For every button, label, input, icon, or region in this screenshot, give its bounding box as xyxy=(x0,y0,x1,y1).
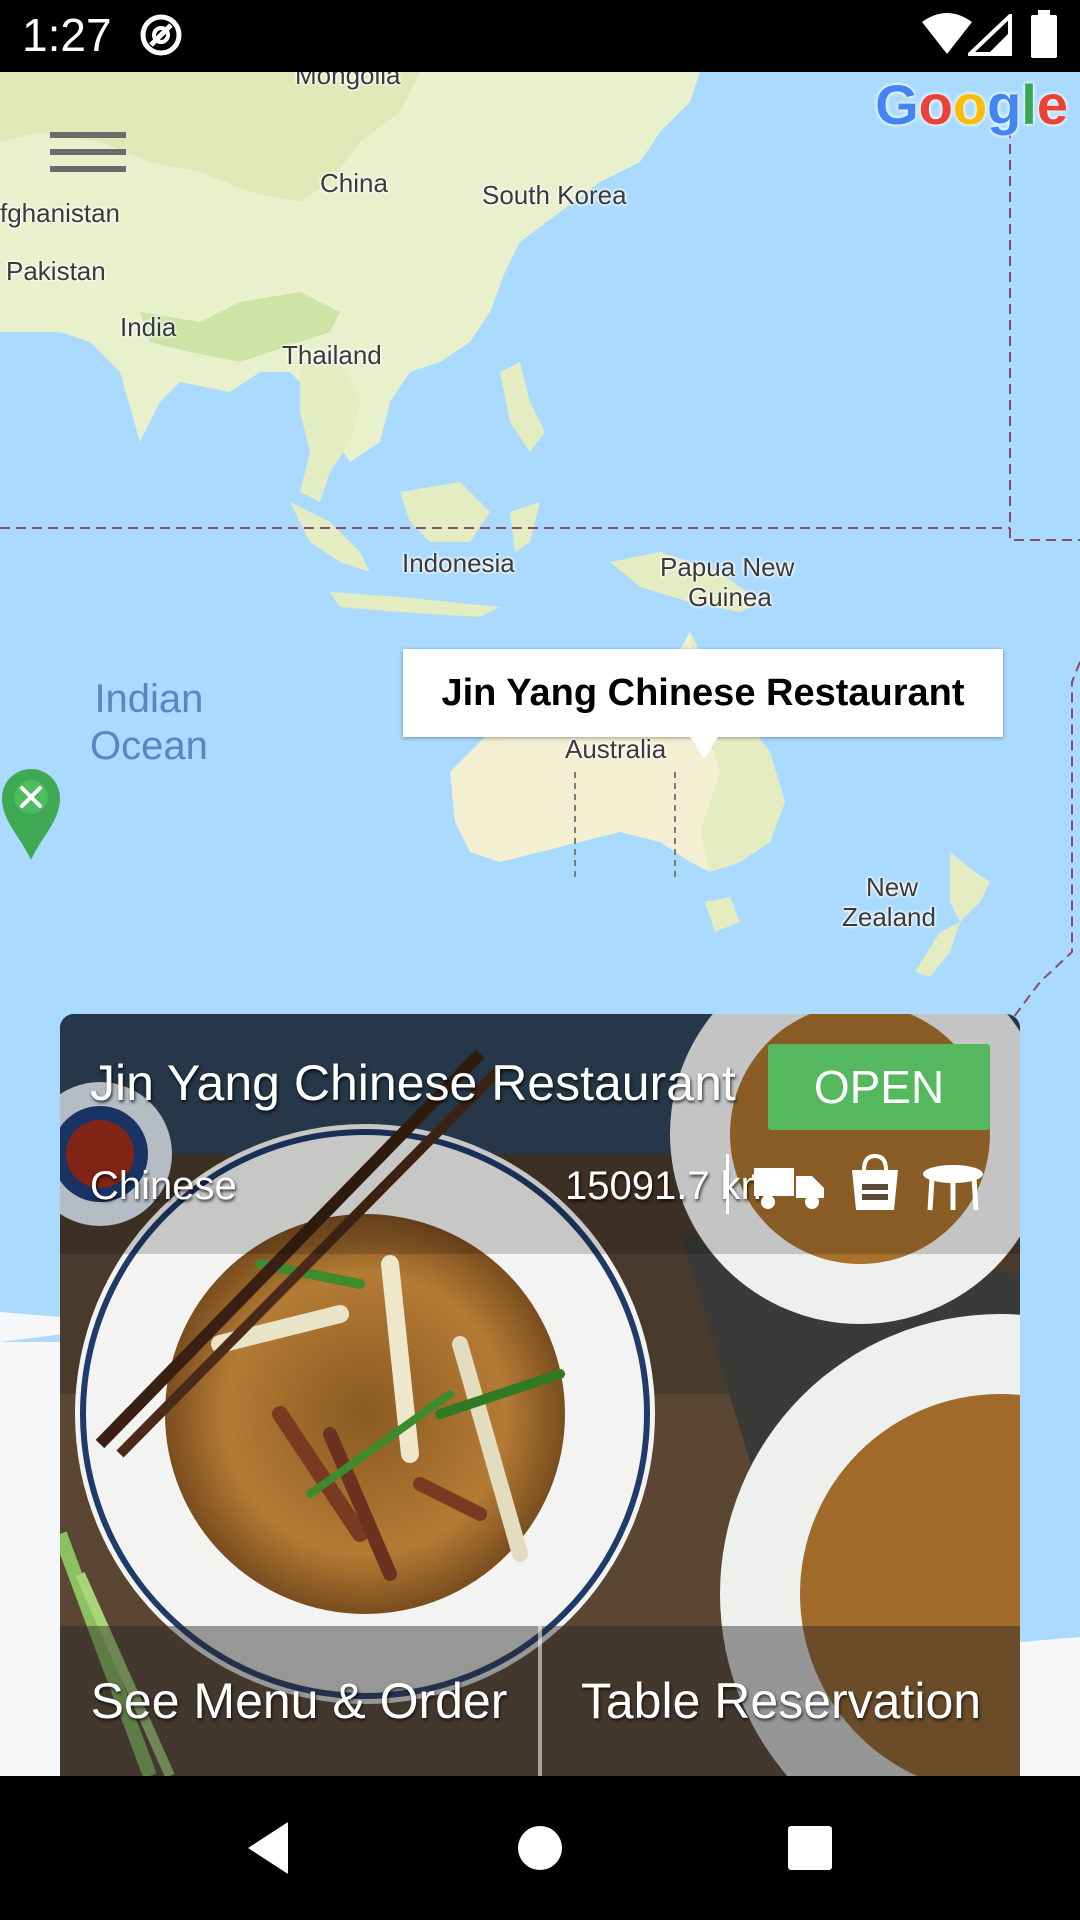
takeaway-bag-icon xyxy=(852,1154,898,1210)
navigation-bar xyxy=(0,1776,1080,1920)
map-label-new-zealand-2: Zealand xyxy=(842,902,936,932)
distance-label: 15091.7 km xyxy=(564,1164,774,1208)
cell-signal-icon xyxy=(968,14,1012,56)
google-attribution: Google xyxy=(875,73,1068,136)
dine-in-table-icon xyxy=(923,1165,983,1211)
open-status-badge: OPEN xyxy=(768,1044,990,1130)
map-label-australia: Australia xyxy=(565,734,667,764)
map-label-papua-new-guinea-2: Guinea xyxy=(688,582,772,612)
map-label-south-korea: South Korea xyxy=(482,180,627,210)
status-bar: 1:27 xyxy=(0,0,1080,72)
info-divider xyxy=(726,1154,729,1214)
restaurant-card[interactable]: Jin Yang Chinese Restaurant OPEN Chinese… xyxy=(60,1014,1020,1776)
info-window-title: Jin Yang Chinese Restaurant xyxy=(441,671,965,714)
recents-icon[interactable] xyxy=(778,1816,842,1880)
table-reservation-button[interactable]: Table Reservation xyxy=(542,1626,1020,1776)
status-time: 1:27 xyxy=(22,9,112,61)
map-label-china: China xyxy=(320,168,388,198)
restaurant-marker-icon[interactable] xyxy=(0,766,62,862)
map-label-indian-ocean-2: Ocean xyxy=(90,724,208,768)
map-label-india: India xyxy=(120,312,177,342)
hamburger-menu-icon[interactable] xyxy=(50,132,126,188)
no-disturb-icon xyxy=(140,14,182,56)
card-action-bar: See Menu & Order Table Reservation xyxy=(60,1626,1020,1776)
map-label-afghanistan: fghanistan xyxy=(0,198,120,228)
delivery-truck-icon xyxy=(752,1168,824,1209)
wifi-icon xyxy=(922,13,972,54)
map-label-mongolia: Mongolia xyxy=(295,72,401,90)
map-label-indian-ocean-1: Indian xyxy=(94,677,204,721)
restaurant-name[interactable]: Jin Yang Chinese Restaurant xyxy=(90,1054,736,1112)
map-label-indonesia: Indonesia xyxy=(402,548,515,578)
map-label-new-zealand-1: New xyxy=(866,872,919,902)
back-icon[interactable] xyxy=(238,1816,302,1880)
map-label-indian-ocean: Indian Ocean xyxy=(90,676,208,770)
map-label-papua-new-guinea-1: Papua New xyxy=(660,552,795,582)
marker-info-window[interactable]: Jin Yang Chinese Restaurant xyxy=(403,649,1003,737)
home-icon[interactable] xyxy=(508,1816,572,1880)
map-label-thailand: Thailand xyxy=(282,340,382,370)
map-label-pakistan: Pakistan xyxy=(6,256,106,286)
see-menu-order-button[interactable]: See Menu & Order xyxy=(60,1626,538,1776)
battery-icon xyxy=(1031,10,1057,58)
info-window-tail xyxy=(690,737,718,759)
cuisine-label: Chinese xyxy=(90,1164,237,1208)
